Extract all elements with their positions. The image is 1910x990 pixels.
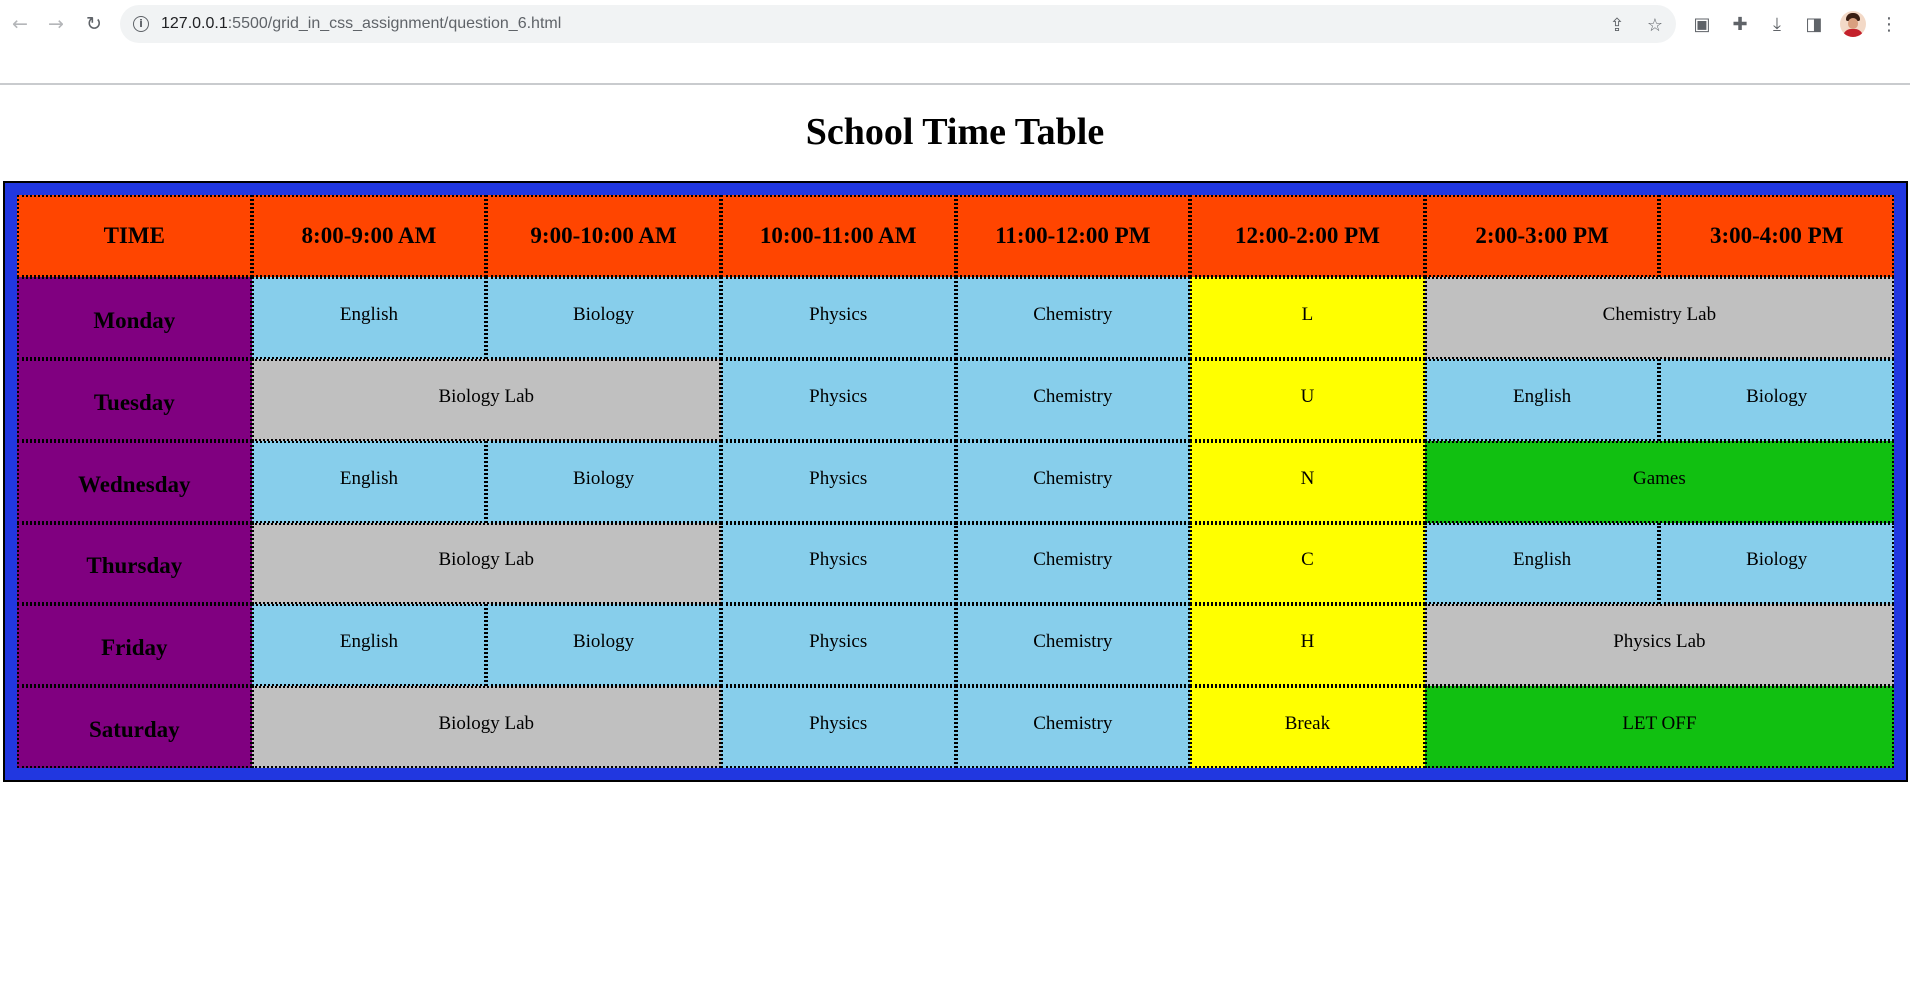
back-arrow-icon[interactable]: ← — [6, 10, 34, 38]
class-cell: Physics — [720, 440, 956, 523]
class-cell: English — [251, 277, 487, 359]
header-time: TIME — [17, 195, 252, 277]
download-icon[interactable]: ⤓ — [1765, 12, 1789, 36]
class-cell: English — [1424, 522, 1660, 605]
day-saturday: Saturday — [17, 686, 252, 768]
side-panel-icon[interactable]: ◨ — [1802, 12, 1826, 36]
class-cell: Physics — [720, 358, 956, 441]
share-icon[interactable]: ⇪ — [1606, 14, 1628, 36]
day-tuesday: Tuesday — [17, 358, 252, 441]
lab-cell: Chemistry Lab — [1424, 277, 1894, 359]
lunch-cell: U — [1190, 358, 1425, 441]
lab-cell: Biology Lab — [251, 522, 721, 605]
games-cell: LET OFF — [1424, 686, 1894, 768]
lab-cell: Physics Lab — [1424, 604, 1894, 687]
lab-cell: Biology Lab — [251, 686, 721, 768]
class-cell: Chemistry — [955, 604, 1191, 687]
lunch-cell: C — [1190, 522, 1425, 605]
url-host: 127.0.0.1 — [161, 15, 228, 32]
day-monday: Monday — [17, 277, 252, 359]
day-thursday: Thursday — [17, 522, 252, 605]
header-slot-lunch: 12:00-2:00 PM — [1190, 195, 1425, 277]
extensions-puzzle-icon[interactable]: ✚ — [1728, 12, 1752, 36]
header-slot-3: 10:00-11:00 AM — [720, 195, 956, 277]
url-text[interactable]: 127.0.0.1:5500/grid_in_css_assignment/qu… — [161, 5, 561, 43]
class-cell: Physics — [720, 277, 956, 359]
lunch-cell: Break — [1190, 686, 1425, 768]
lunch-cell: H — [1190, 604, 1425, 687]
class-cell: Chemistry — [955, 440, 1191, 523]
class-cell: Biology — [1659, 522, 1894, 605]
class-cell: Chemistry — [955, 277, 1191, 359]
picture-in-picture-icon[interactable]: ▣ — [1690, 12, 1714, 36]
class-cell: English — [251, 604, 487, 687]
class-cell: English — [1424, 358, 1660, 441]
profile-avatar[interactable] — [1840, 11, 1866, 37]
class-cell: Biology — [1659, 358, 1894, 441]
site-info-icon[interactable]: i — [133, 16, 149, 32]
header-slot-7: 3:00-4:00 PM — [1659, 195, 1894, 277]
games-cell: Games — [1424, 440, 1894, 523]
day-friday: Friday — [17, 604, 252, 687]
class-cell: Biology — [486, 440, 721, 523]
timetable-grid: TIME 8:00-9:00 AM 9:00-10:00 AM 10:00-11… — [3, 181, 1908, 782]
class-cell: Physics — [720, 604, 956, 687]
header-slot-2: 9:00-10:00 AM — [486, 195, 721, 277]
class-cell: Biology — [486, 604, 721, 687]
class-cell: Physics — [720, 522, 956, 605]
class-cell: Chemistry — [955, 522, 1191, 605]
forward-arrow-icon[interactable]: → — [42, 10, 70, 38]
lab-cell: Biology Lab — [251, 358, 721, 441]
class-cell: Chemistry — [955, 358, 1191, 441]
day-wednesday: Wednesday — [17, 440, 252, 523]
header-slot-6: 2:00-3:00 PM — [1424, 195, 1660, 277]
class-cell: Physics — [720, 686, 956, 768]
lunch-cell: L — [1190, 277, 1425, 359]
class-cell: Biology — [486, 277, 721, 359]
class-cell: English — [251, 440, 487, 523]
reload-icon[interactable]: ↻ — [80, 10, 108, 38]
address-bar[interactable]: i 127.0.0.1:5500/grid_in_css_assignment/… — [120, 5, 1676, 43]
lunch-cell: N — [1190, 440, 1425, 523]
browser-toolbar: ← → ↻ i 127.0.0.1:5500/grid_in_css_assig… — [0, 0, 1910, 85]
page-title: School Time Table — [805, 111, 1105, 153]
header-slot-1: 8:00-9:00 AM — [251, 195, 487, 277]
bookmark-star-icon[interactable]: ☆ — [1644, 14, 1666, 36]
url-path: :5500/grid_in_css_assignment/question_6.… — [227, 15, 562, 32]
header-slot-4: 11:00-12:00 PM — [955, 195, 1191, 277]
class-cell: Chemistry — [955, 686, 1191, 768]
kebab-menu-icon[interactable]: ⋮ — [1877, 12, 1901, 36]
